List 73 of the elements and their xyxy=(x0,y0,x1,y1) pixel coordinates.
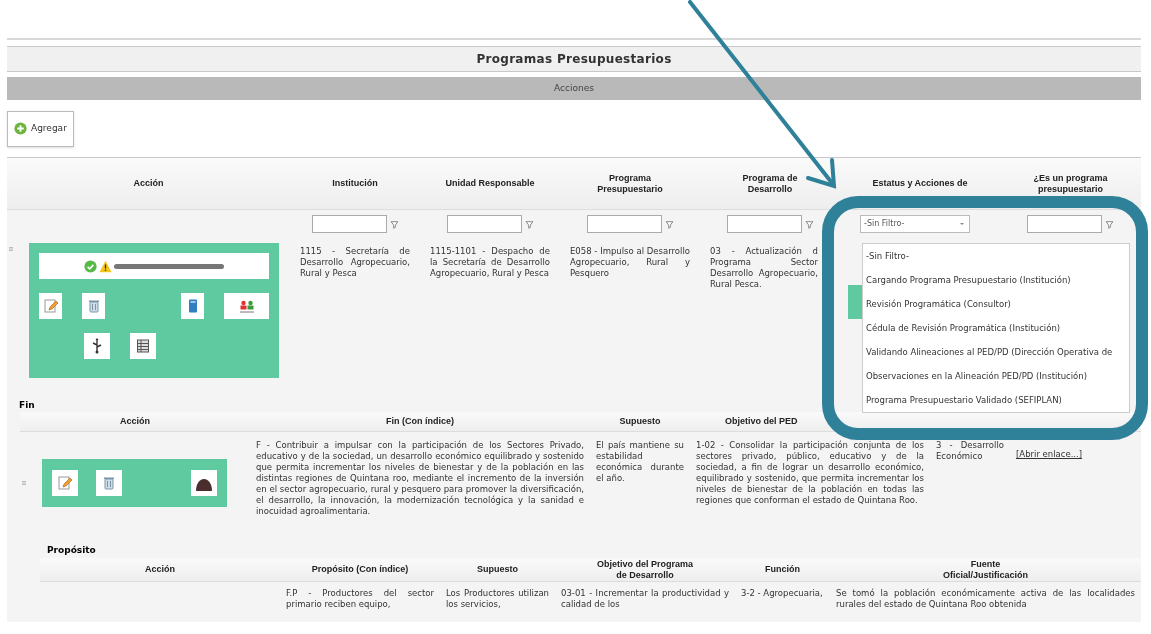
section-label: Propósito xyxy=(47,544,96,557)
column-header: Supuesto xyxy=(477,564,518,575)
caret-icon xyxy=(958,220,966,228)
edit-icon xyxy=(42,298,59,314)
dropdown-option[interactable]: Validando Alineaciones al PED/PD (Dirección Operativa de xyxy=(863,340,1129,364)
filter-icon xyxy=(804,219,814,229)
column-header: Programa de Desarrollo xyxy=(741,172,799,195)
table-button[interactable] xyxy=(130,333,156,359)
usb-button[interactable] xyxy=(84,333,110,359)
people-button[interactable] xyxy=(224,293,269,319)
section-label: Fin xyxy=(19,398,35,412)
delete-button[interactable] xyxy=(82,293,106,319)
filter-field[interactable] xyxy=(446,215,522,233)
dropdown-value: -Sin Filtro- xyxy=(864,218,905,230)
dropdown-option[interactable]: Cédula de Revisión Programática (Institución) xyxy=(863,316,1129,340)
table-cell-text: F.P - Productores del sector primario reciben equipo, xyxy=(285,588,435,611)
trash-icon xyxy=(101,475,117,491)
filter-field[interactable] xyxy=(586,215,662,233)
edit-button[interactable] xyxy=(39,293,63,319)
filter-icon xyxy=(524,219,534,229)
filter-icon xyxy=(1105,219,1114,229)
table-cell-text: 1115 - Secretaría de Desarrollo Agropecuario, Rural y Pesca xyxy=(299,245,411,280)
dropdown-option[interactable]: Cargando Programa Presupuestario (Institución) xyxy=(863,268,1129,292)
add-icon xyxy=(14,122,27,135)
filter-field[interactable] xyxy=(1027,215,1102,233)
column-header: Propósito (Con índice) xyxy=(311,564,409,575)
section-title: Acciones xyxy=(554,81,594,95)
table-cell-text: 03 - Actualización d Programa Sector Desarrollo Agropecuario, Rural Pesca. xyxy=(709,245,819,291)
edit-icon xyxy=(57,475,73,491)
table-cell-text: 1-02 - Consolidar la participación conjunta de los sectores privado, público, educativo y de la sociedad, a fin de lograr un desarrollo económico, equilibrado y sostenido, que permita incrementar los niveles de bienestar de la población en todas las regiones que conforman el estado de Quintana Roo. xyxy=(695,440,925,507)
table-cell-text: 3-2 - Agropecuaria, xyxy=(740,588,824,600)
table-cell-text: E058 - Impulso al Desarrollo Agropecuario, Rural y Pesquero xyxy=(569,245,691,280)
status-panel xyxy=(848,285,862,319)
dropdown-option[interactable]: Revisión Programática (Consultor) xyxy=(863,292,1129,316)
column-header: Acción xyxy=(145,564,175,575)
column-header: Fin (Con índice) xyxy=(386,416,454,427)
column-header: Estatus y Acciones de xyxy=(872,178,968,189)
people-icon xyxy=(238,298,255,314)
column-header: Supuesto xyxy=(619,416,661,427)
edit-button[interactable] xyxy=(52,470,78,496)
column-header: Programa Presupuestario xyxy=(596,172,664,195)
table-cell-text: 03-01 - Incrementar la productividad y calidad de los xyxy=(560,588,730,611)
column-header: Fuente Oficial/Justificación xyxy=(942,558,1029,581)
page-title: Programas Presupuestarios xyxy=(476,51,672,68)
table-icon xyxy=(135,338,151,354)
dropdown-option[interactable]: Programa Presupuestario Validado (SEFIPLAN) xyxy=(863,388,1129,412)
filter-dropdown[interactable]: -Sin Filtro- xyxy=(860,215,970,233)
column-header: Objetivo del Programa de Desarrollo xyxy=(596,558,694,581)
column-header: Unidad Responsable xyxy=(445,178,535,189)
open-link[interactable]: [Abrir enlace...] xyxy=(1016,449,1083,459)
table-cell-text: Los Productores utilizan los servicios, xyxy=(445,588,550,611)
filter-icon xyxy=(389,219,399,229)
column-header: Objetivo del PED xyxy=(725,416,798,427)
check-icon xyxy=(84,259,97,273)
column-header: Institución xyxy=(332,178,378,189)
dropdown-option[interactable]: -Sin Filtro- xyxy=(863,244,1129,268)
filter-icon xyxy=(664,219,674,229)
filter-field[interactable] xyxy=(726,215,802,233)
column-header: ¿Es un programa presupuestario xyxy=(1032,172,1109,195)
table-cell-text: Se tomó la población económicamente activa de las localidades rurales del estado de Quintana Roo obtenida xyxy=(835,588,1136,611)
warning-icon xyxy=(99,259,112,273)
dropdown-option[interactable]: Observaciones en la Alineación PED/PD (Institución) xyxy=(863,364,1129,388)
table-cell-text: El país mantiene su estabilidad económica durante el año. xyxy=(595,440,685,485)
table-cell-text: 1115-1101 - Despacho de la Secretaría de Desarrollo Agropecuario, Rural y Pesca xyxy=(429,245,551,280)
filter-field[interactable] xyxy=(311,215,387,233)
table-cell-text: F - Contribuir a impulsar con la participación de los Sectores Privado, educativo y de la sociedad, un desarrollo económico equilibrado y sostenido que permita incrementar los niveles de bienestar y de la población en las distintas regiones de Quintana roo, mediante el incremento de la inversión en el sector agropecuario, rural y pesquero para promover la diversificación, el desarrollo, la innovación, la modernización tecnológica y la sanidad e inocuidad agroalimentaria. xyxy=(255,440,585,518)
table-cell-text: 3 - Desarrollo Económico xyxy=(935,440,1005,463)
column-header: Acción xyxy=(133,178,164,189)
column-header: Función xyxy=(765,564,800,575)
book-button[interactable] xyxy=(181,293,205,319)
delete-button[interactable] xyxy=(96,470,122,496)
column-header: Acción xyxy=(120,416,150,427)
add-button[interactable]: Agregar xyxy=(7,110,74,147)
